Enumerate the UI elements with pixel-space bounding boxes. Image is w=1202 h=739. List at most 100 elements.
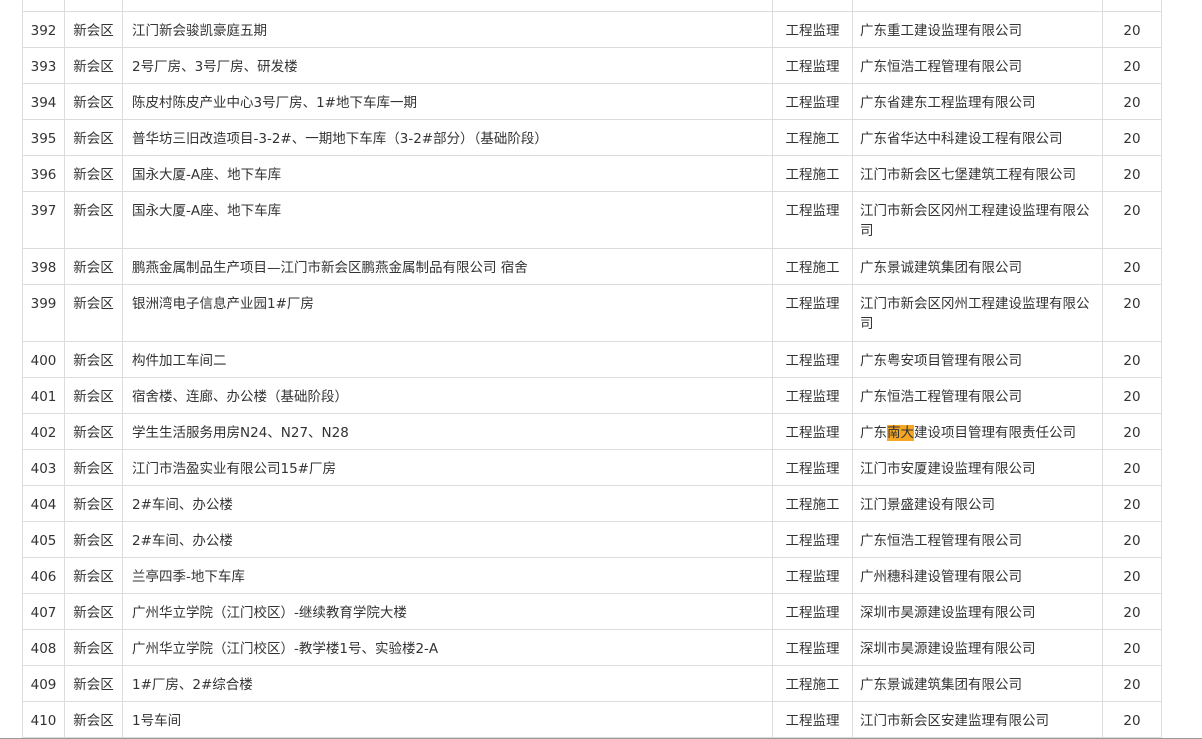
table-row: 394 新会区 陈皮村陈皮产业中心3号厂房、1#地下车库一期 工程监理 广东省建… — [22, 83, 1162, 120]
work-type-cell: 工程施工 — [772, 155, 853, 192]
table-row: 399 新会区 银洲湾电子信息产业园1#厂房 工程监理 江门市新会区冈州工程建设… — [22, 284, 1162, 342]
row-number: 405 — [22, 521, 65, 558]
project-name-cell: 2号厂房、3号厂房、研发楼 — [122, 47, 773, 84]
work-type-cell: 工程施工 — [772, 248, 853, 285]
score-cell: 20 — [1102, 284, 1162, 342]
work-type-cell: 工程监理 — [772, 521, 853, 558]
company-cell: 广东恒浩工程管理有限公司 — [852, 47, 1103, 84]
project-name-cell: 学生生活服务用房N24、N27、N28 — [122, 413, 773, 450]
district-cell: 新会区 — [64, 701, 123, 738]
row-number: 398 — [22, 248, 65, 285]
district-cell: 新会区 — [64, 557, 123, 594]
district-cell: 新会区 — [64, 248, 123, 285]
work-type-cell: 工程监理 — [772, 413, 853, 450]
company-cell: 江门景盛建设有限公司 — [852, 485, 1103, 522]
project-name-cell: 1号车间 — [122, 701, 773, 738]
score-cell: 20 — [1102, 47, 1162, 84]
table-row: 392 新会区 江门新会骏凯豪庭五期 工程监理 广东重工建设监理有限公司 20 — [22, 11, 1162, 48]
table-row: 398 新会区 鹏燕金属制品生产项目—江门市新会区鹏燕金属制品有限公司 宿舍 工… — [22, 248, 1162, 285]
table-container: 392 新会区 江门新会骏凯豪庭五期 工程监理 广东重工建设监理有限公司 20 … — [22, 0, 1162, 738]
work-type-cell: 工程施工 — [772, 119, 853, 156]
score-cell: 20 — [1102, 377, 1162, 414]
project-name-cell: 国永大厦-A座、地下车库 — [122, 155, 773, 192]
project-name-cell: 鹏燕金属制品生产项目—江门市新会区鹏燕金属制品有限公司 宿舍 — [122, 248, 773, 285]
table-row: 404 新会区 2#车间、办公楼 工程施工 江门景盛建设有限公司 20 — [22, 485, 1162, 522]
table-row: 409 新会区 1#厂房、2#综合楼 工程施工 广东景诚建筑集团有限公司 20 — [22, 665, 1162, 702]
score-cell: 20 — [1102, 521, 1162, 558]
company-cell: 广东恒浩工程管理有限公司 — [852, 521, 1103, 558]
row-number: 400 — [22, 341, 65, 378]
table-row: 401 新会区 宿舍楼、连廊、办公楼（基础阶段） 工程监理 广东恒浩工程管理有限… — [22, 377, 1162, 414]
table-row: 405 新会区 2#车间、办公楼 工程监理 广东恒浩工程管理有限公司 20 — [22, 521, 1162, 558]
search-highlight: 南大 — [887, 425, 914, 441]
score-cell: 20 — [1102, 701, 1162, 738]
score-cell: 20 — [1102, 155, 1162, 192]
score-cell: 20 — [1102, 83, 1162, 120]
table-row: 395 新会区 普华坊三旧改造项目-3-2#、一期地下车库（3-2#部分）（基础… — [22, 119, 1162, 156]
table-row: 407 新会区 广州华立学院（江门校区）-继续教育学院大楼 工程监理 深圳市昊源… — [22, 593, 1162, 630]
work-type-cell: 工程监理 — [772, 593, 853, 630]
score-cell: 20 — [1102, 593, 1162, 630]
district-cell: 新会区 — [64, 629, 123, 666]
work-type-cell: 工程监理 — [772, 449, 853, 486]
work-type-cell: 工程监理 — [772, 83, 853, 120]
table-row: 393 新会区 2号厂房、3号厂房、研发楼 工程监理 广东恒浩工程管理有限公司 … — [22, 47, 1162, 84]
company-cell: 广东恒浩工程管理有限公司 — [852, 377, 1103, 414]
district-cell: 新会区 — [64, 665, 123, 702]
company-cell: 广东省建东工程监理有限公司 — [852, 83, 1103, 120]
table-row: 397 新会区 国永大厦-A座、地下车库 工程监理 江门市新会区冈州工程建设监理… — [22, 191, 1162, 249]
score-cell: 20 — [1102, 557, 1162, 594]
company-cell: 江门市新会区安建监理有限公司 — [852, 701, 1103, 738]
district-cell: 新会区 — [64, 47, 123, 84]
project-name-cell: 国永大厦-A座、地下车库 — [122, 191, 773, 249]
work-type-cell: 工程监理 — [772, 191, 853, 249]
project-score-table: 392 新会区 江门新会骏凯豪庭五期 工程监理 广东重工建设监理有限公司 20 … — [22, 0, 1162, 738]
table-row: 406 新会区 兰亭四季-地下车库 工程监理 广州穗科建设管理有限公司 20 — [22, 557, 1162, 594]
row-number: 392 — [22, 11, 65, 48]
district-cell: 新会区 — [64, 119, 123, 156]
district-cell: 新会区 — [64, 11, 123, 48]
project-name-cell: 构件加工车间二 — [122, 341, 773, 378]
project-name-cell: 2#车间、办公楼 — [122, 485, 773, 522]
company-cell: 广东景诚建筑集团有限公司 — [852, 248, 1103, 285]
company-cell: 深圳市昊源建设监理有限公司 — [852, 593, 1103, 630]
score-cell: 20 — [1102, 11, 1162, 48]
work-type-cell: 工程监理 — [772, 11, 853, 48]
project-name-cell: 宿舍楼、连廊、办公楼（基础阶段） — [122, 377, 773, 414]
row-number: 403 — [22, 449, 65, 486]
work-type-cell: 工程监理 — [772, 47, 853, 84]
work-type-cell: 工程监理 — [772, 701, 853, 738]
table-row: 410 新会区 1号车间 工程监理 江门市新会区安建监理有限公司 20 — [22, 701, 1162, 738]
company-cell: 江门市新会区七堡建筑工程有限公司 — [852, 155, 1103, 192]
score-cell: 20 — [1102, 248, 1162, 285]
district-cell: 新会区 — [64, 593, 123, 630]
table-row: 400 新会区 构件加工车间二 工程监理 广东粤安项目管理有限公司 20 — [22, 341, 1162, 378]
project-name-cell: 兰亭四季-地下车库 — [122, 557, 773, 594]
row-number: 408 — [22, 629, 65, 666]
work-type-cell: 工程监理 — [772, 341, 853, 378]
work-type-cell: 工程施工 — [772, 485, 853, 522]
table-row: 402 新会区 学生生活服务用房N24、N27、N28 工程监理 广东南大建设项… — [22, 413, 1162, 450]
table-row: 403 新会区 江门市浩盈实业有限公司15#厂房 工程监理 江门市安厦建设监理有… — [22, 449, 1162, 486]
row-number: 409 — [22, 665, 65, 702]
row-number: 395 — [22, 119, 65, 156]
table-row-partial — [22, 0, 1162, 12]
score-cell: 20 — [1102, 629, 1162, 666]
project-name-cell: 1#厂房、2#综合楼 — [122, 665, 773, 702]
company-name-prefix: 广东 — [860, 425, 887, 441]
district-cell: 新会区 — [64, 155, 123, 192]
company-cell: 江门市安厦建设监理有限公司 — [852, 449, 1103, 486]
row-number: 402 — [22, 413, 65, 450]
company-cell: 广州穗科建设管理有限公司 — [852, 557, 1103, 594]
company-cell: 广东省华达中科建设工程有限公司 — [852, 119, 1103, 156]
district-cell: 新会区 — [64, 191, 123, 249]
document-viewport: 392 新会区 江门新会骏凯豪庭五期 工程监理 广东重工建设监理有限公司 20 … — [0, 0, 1202, 739]
work-type-cell: 工程监理 — [772, 284, 853, 342]
district-cell: 新会区 — [64, 284, 123, 342]
district-cell: 新会区 — [64, 341, 123, 378]
work-type-cell: 工程监理 — [772, 557, 853, 594]
row-number: 393 — [22, 47, 65, 84]
work-type-cell: 工程监理 — [772, 629, 853, 666]
row-number: 397 — [22, 191, 65, 249]
company-cell: 江门市新会区冈州工程建设监理有限公司 — [852, 191, 1103, 249]
